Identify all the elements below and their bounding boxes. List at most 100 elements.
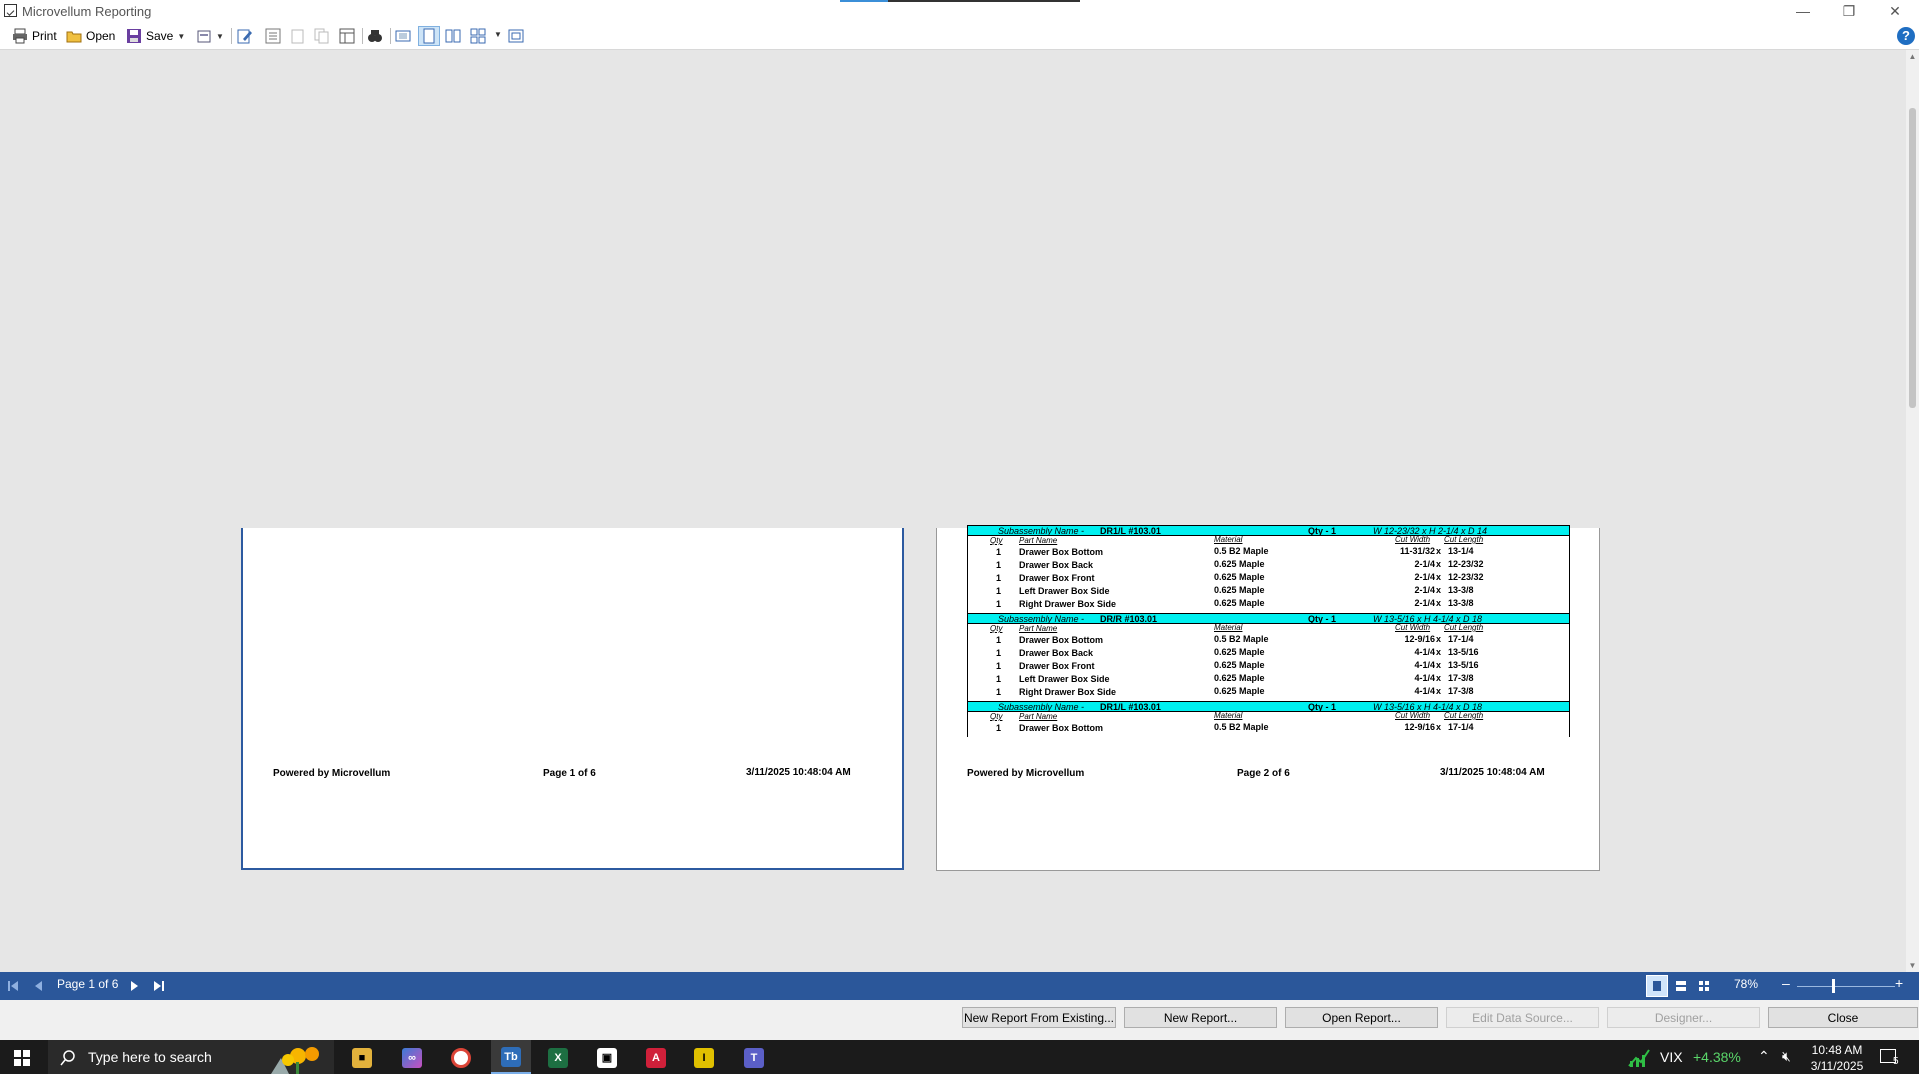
page-indicator: Page 1 of 6: [57, 977, 119, 991]
ticker-change: +4.38%: [1693, 1049, 1741, 1065]
edit-data-source-button[interactable]: Edit Data Source...: [1446, 1007, 1599, 1028]
previous-page-icon[interactable]: [32, 980, 44, 992]
file-explorer-icon[interactable]: ■: [352, 1048, 372, 1068]
inventor-icon[interactable]: I: [694, 1048, 714, 1068]
stock-chart-icon[interactable]: [1628, 1049, 1650, 1067]
subassembly-qty: Qty - 1: [1308, 526, 1337, 536]
chevron-down-icon[interactable]: ▼: [177, 32, 185, 41]
teams-icon[interactable]: T: [744, 1048, 764, 1068]
access-icon[interactable]: A: [646, 1048, 666, 1068]
printer-icon: [13, 28, 27, 44]
page-footer-timestamp: 3/11/2025 10:48:04 AM: [746, 767, 851, 778]
help-icon[interactable]: ?: [1897, 27, 1915, 45]
folder-open-icon: [66, 31, 82, 43]
copilot-icon[interactable]: ∞: [402, 1048, 422, 1068]
zoom-slider-thumb[interactable]: [1832, 979, 1835, 993]
table-row: 1 Drawer Box Front 0.625 Maple 4-1/4 x 13-5/1…: [968, 660, 1569, 674]
continuous-page-icon[interactable]: [1675, 980, 1687, 992]
find-icon[interactable]: [367, 28, 383, 44]
multiply-sign: x: [1436, 598, 1442, 608]
copy-icon[interactable]: [314, 28, 330, 44]
col-header-part: Part Name: [1019, 624, 1058, 633]
part-qty: 1: [996, 560, 1002, 570]
part-material: 0.5 B2 Maple: [1214, 722, 1269, 732]
col-header-material: Material: [1214, 623, 1243, 632]
scroll-down-icon[interactable]: ▼: [1906, 961, 1919, 970]
flowers-icon: [271, 1047, 319, 1074]
save-label: Save: [146, 29, 174, 43]
chevron-up-icon[interactable]: ⌃: [1758, 1048, 1770, 1065]
part-cut-width: 4-1/4: [1414, 647, 1435, 657]
zoom-out-icon[interactable]: –: [1782, 975, 1790, 991]
new-report-button[interactable]: New Report...: [1124, 1007, 1277, 1028]
table-row: 1 Drawer Box Back 0.625 Maple 4-1/4 x 13-5/16: [968, 647, 1569, 661]
scroll-thumb[interactable]: [1909, 108, 1916, 408]
close-window-button[interactable]: ✕: [1872, 0, 1918, 23]
table-row: 1 Right Drawer Box Side 0.625 Maple 4-1/4 x 1…: [968, 686, 1569, 700]
part-cut-length: 17-3/8: [1448, 686, 1474, 696]
print-label: Print: [32, 29, 57, 43]
app-icon: [4, 4, 17, 17]
speaker-muted-icon[interactable]: 🔇︎: [1782, 1048, 1791, 1065]
multiple-pages-icon[interactable]: [1698, 980, 1710, 992]
zoom-page-icon[interactable]: [395, 28, 411, 44]
chrome-icon[interactable]: [451, 1048, 471, 1068]
excel-icon[interactable]: X: [548, 1048, 568, 1068]
active-app-tab[interactable]: Tb: [491, 1040, 531, 1074]
part-cut-length: 17-3/8: [1448, 673, 1474, 683]
save-button[interactable]: Save ▼: [126, 26, 185, 46]
single-page-mode-button[interactable]: [1646, 975, 1668, 997]
subassembly-qty: Qty - 1: [1308, 614, 1337, 624]
taskbar-search-box[interactable]: Type here to search: [48, 1040, 334, 1074]
multi-page-view-icon[interactable]: [470, 28, 486, 44]
part-qty: 1: [996, 635, 1002, 645]
report-viewer[interactable]: Powered by Microvellum Page 1 of 6 3/11/…: [0, 50, 1906, 972]
first-page-icon[interactable]: [7, 980, 19, 992]
multiply-sign: x: [1436, 660, 1442, 670]
chevron-down-icon[interactable]: ▼: [494, 30, 502, 39]
clock-time[interactable]: 10:48 AM: [1808, 1043, 1866, 1057]
last-page-icon[interactable]: [153, 980, 165, 992]
close-button[interactable]: Close: [1768, 1007, 1918, 1028]
designer-button[interactable]: Designer...: [1607, 1007, 1760, 1028]
scroll-up-icon[interactable]: ▲: [1906, 52, 1919, 61]
page-footer-number: Page 2 of 6: [1237, 768, 1290, 779]
part-qty: 1: [996, 573, 1002, 583]
paste-icon[interactable]: [290, 28, 306, 44]
two-page-view-icon[interactable]: [445, 28, 461, 44]
multiply-sign: x: [1436, 647, 1442, 657]
part-name: Drawer Box Bottom: [1019, 723, 1104, 733]
page-setup-icon[interactable]: [339, 28, 355, 44]
zoom-in-icon[interactable]: +: [1895, 975, 1903, 991]
part-material: 0.5 B2 Maple: [1214, 634, 1269, 644]
col-header-material: Material: [1214, 711, 1243, 720]
vertical-scrollbar[interactable]: ▲ ▼: [1906, 50, 1919, 972]
part-name: Right Drawer Box Side: [1019, 599, 1117, 609]
edit-report-icon[interactable]: [237, 28, 253, 44]
bookmarks-icon[interactable]: [265, 28, 281, 44]
print-button[interactable]: Print: [12, 26, 57, 46]
part-material: 0.625 Maple: [1214, 559, 1265, 569]
next-page-icon[interactable]: [129, 980, 141, 992]
col-header-cut-length: Cut Length: [1444, 711, 1484, 720]
zoom-slider-track[interactable]: [1797, 986, 1895, 987]
clock-date[interactable]: 3/11/2025: [1808, 1059, 1866, 1073]
part-cut-width: 11-31/32: [1399, 546, 1435, 556]
open-report-button[interactable]: Open Report...: [1285, 1007, 1438, 1028]
windows-start-icon[interactable]: [14, 1050, 30, 1066]
full-screen-icon[interactable]: [508, 28, 524, 44]
new-report-from-existing-button[interactable]: New Report From Existing...: [962, 1007, 1116, 1028]
app-box-icon[interactable]: ▣: [597, 1048, 617, 1068]
minimize-button[interactable]: —: [1780, 0, 1826, 23]
chevron-down-icon[interactable]: ▼: [216, 32, 224, 41]
toolbar-separator: [390, 28, 391, 44]
open-label: Open: [86, 29, 116, 43]
restore-button[interactable]: ❐: [1826, 0, 1872, 23]
ticker-symbol: VIX: [1660, 1049, 1683, 1065]
part-name: Left Drawer Box Side: [1019, 674, 1110, 684]
report-page-2: Subassembly Name - DR1/L #103.01 Qty - 1W …: [936, 525, 1600, 871]
export-button[interactable]: ▼: [196, 26, 224, 46]
multiply-sign: x: [1436, 722, 1442, 732]
open-button[interactable]: Open: [66, 26, 115, 46]
single-page-view-button[interactable]: [418, 26, 440, 46]
